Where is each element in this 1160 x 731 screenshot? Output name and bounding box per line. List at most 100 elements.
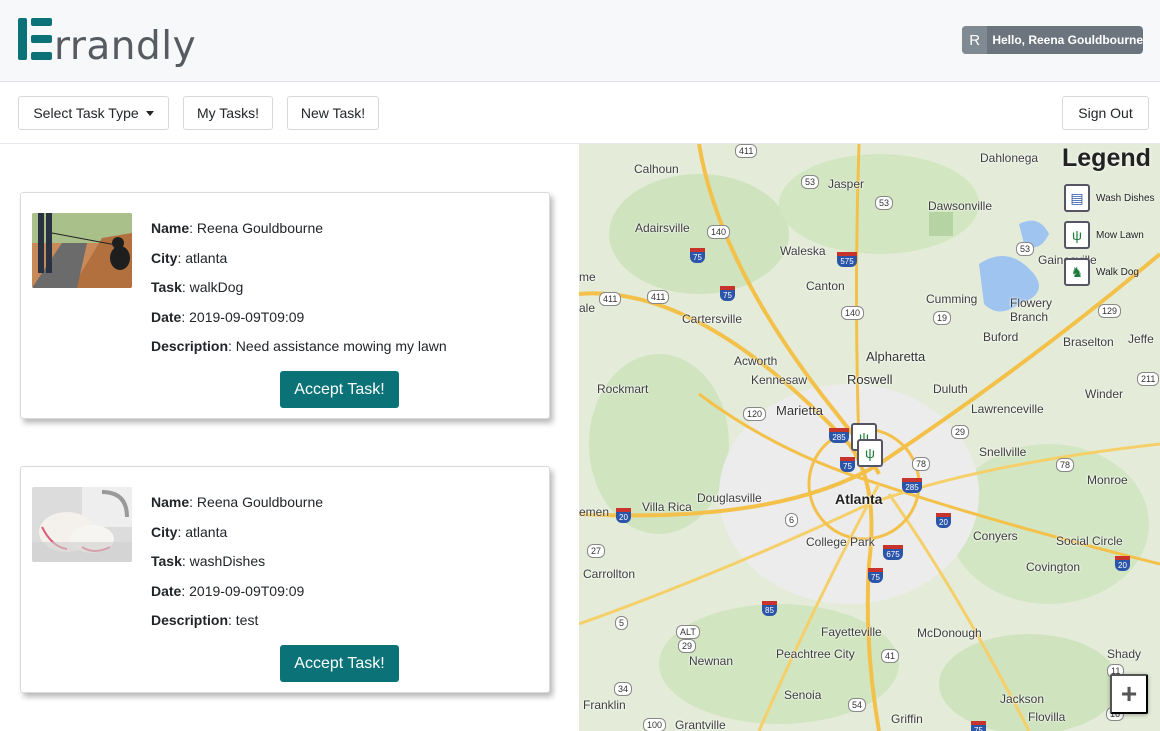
place-label: Flowery Branch: [1010, 296, 1053, 324]
place-label: Winder: [1085, 387, 1124, 401]
interstate-shield: 75: [971, 721, 986, 731]
task-description: Need assistance mowing my lawn: [235, 338, 447, 355]
place-label: Flovilla: [1028, 710, 1066, 724]
place-label: Roswell: [847, 372, 893, 387]
name-row: Name: Reena Gouldbourne: [151, 494, 324, 510]
grass-icon: ψ: [865, 445, 875, 461]
date-row: Date: 2019-09-09T09:09: [151, 582, 305, 599]
user-greeting-badge[interactable]: R Hello, Reena Gouldbourne: [962, 26, 1143, 54]
task-card: Name: Reena Gouldbourne City: atlanta Ta…: [20, 466, 550, 693]
interstate-shield: 75: [720, 286, 735, 301]
place-label: Alpharetta: [866, 349, 926, 364]
legend-title: Legend: [1062, 144, 1151, 172]
toolbar: Select Task Type My Tasks! New Task! Sig…: [0, 82, 1160, 144]
interstate-shield: 20: [616, 508, 631, 523]
task-type-label: Select Task Type: [33, 105, 139, 121]
place-label: Dawsonville: [928, 199, 993, 213]
route-shield: 78: [1056, 458, 1075, 472]
place-label: Canton: [806, 279, 845, 293]
place-label: Newnan: [689, 654, 734, 668]
legend-item-mow-lawn: ψ Mow Lawn: [1064, 221, 1144, 249]
description-row: Description: Need assistance mowing my l…: [151, 338, 447, 355]
interstate-shield: 575: [837, 252, 857, 267]
place-label: ale: [579, 301, 596, 315]
legend-label: Walk Dog: [1096, 266, 1139, 278]
task-card: Name: Reena Gouldbourne City: atlanta Ta…: [20, 192, 550, 419]
city-row: City: atlanta: [151, 249, 228, 266]
route-shield: 78: [912, 457, 931, 471]
route-shield: 129: [1098, 304, 1122, 318]
route-shield: 120: [743, 407, 767, 421]
place-label: Social Circle: [1056, 534, 1123, 548]
task-city: atlanta: [185, 249, 228, 266]
route-shield: 53: [1016, 242, 1035, 256]
place-label: Braselton: [1063, 335, 1114, 349]
place-label: McDonough: [917, 626, 982, 640]
route-shield: 54: [848, 698, 867, 712]
zoom-in-button[interactable]: +: [1110, 674, 1148, 714]
place-label: Calhoun: [634, 162, 679, 176]
app-header: rrandly R Hello, Reena Gouldbourne: [0, 0, 1160, 82]
caret-down-icon: [145, 110, 154, 116]
place-label: Kennesaw: [751, 373, 808, 387]
route-shield: 34: [614, 682, 633, 696]
place-label: Douglasville: [697, 491, 762, 505]
task-details: Name: Reena Gouldbourne City: atlanta Ta…: [151, 488, 323, 636]
place-label: Peachtree City: [776, 647, 855, 661]
route-shield: 19: [933, 311, 952, 325]
city-row: City: atlanta: [151, 523, 228, 540]
wash-dishes-photo: [32, 487, 132, 562]
route-shield: 140: [841, 306, 865, 320]
place-label: Fayetteville: [821, 625, 882, 639]
place-label: Franklin: [583, 698, 626, 712]
place-label: Duluth: [933, 382, 968, 396]
map-legend: Legend ▤ Wash Dishes ψ Mow Lawn ♞ Walk D…: [1060, 144, 1160, 294]
interstate-shield: 85: [762, 601, 777, 616]
task-details: Name: Reena Gouldbourne City: atlanta Ta…: [151, 214, 447, 362]
dog-icon: ♞: [1064, 258, 1090, 286]
date-row: Date: 2019-09-09T09:09: [151, 308, 305, 325]
route-shield: 53: [875, 196, 894, 210]
task-type: washDishes: [189, 553, 266, 570]
avatar: R: [962, 26, 988, 54]
sign-out-button[interactable]: Sign Out: [1062, 96, 1149, 130]
name-row: Name: Reena Gouldbourne: [151, 220, 324, 236]
place-label: Carrollton: [583, 567, 636, 581]
place-label: emen: [579, 505, 610, 519]
errandly-logo[interactable]: rrandly: [18, 18, 196, 66]
task-name: Reena Gouldbourne: [196, 220, 324, 236]
place-label: Snellville: [979, 445, 1027, 459]
task-map[interactable]: Calhoun Jasper Dahlonega Adairsville Wal…: [579, 144, 1160, 731]
place-label: me: [579, 270, 596, 284]
place-label: Cartersville: [682, 312, 743, 326]
place-label: Monroe: [1087, 473, 1128, 487]
task-date: 2019-09-09T09:09: [189, 582, 305, 599]
accept-task-button[interactable]: Accept Task!: [280, 645, 399, 682]
place-label: Senoia: [784, 688, 822, 702]
route-shield: 29: [951, 425, 970, 439]
place-label: Villa Rica: [642, 500, 692, 514]
new-task-button[interactable]: New Task!: [287, 96, 379, 130]
grass-icon: ψ: [1064, 221, 1090, 249]
task-date: 2019-09-09T09:09: [189, 308, 305, 325]
place-label: Adairsville: [635, 221, 690, 235]
legend-label: Mow Lawn: [1096, 229, 1144, 241]
place-label: Buford: [983, 330, 1019, 344]
place-label: Jeffe: [1128, 332, 1154, 346]
route-shield: 6: [785, 513, 799, 527]
place-label: Shady: [1107, 647, 1142, 661]
my-tasks-button[interactable]: My Tasks!: [183, 96, 273, 130]
route-shield: 411: [647, 290, 670, 304]
task-type-dropdown[interactable]: Select Task Type: [18, 96, 169, 130]
task-row: Task: washDishes: [151, 553, 266, 570]
task-name: Reena Gouldbourne: [196, 494, 324, 510]
accept-task-button[interactable]: Accept Task!: [280, 371, 399, 408]
interstate-shield: 675: [883, 545, 903, 560]
place-label: Jackson: [1000, 692, 1045, 706]
interstate-shield: 285: [902, 478, 922, 493]
route-shield: 140: [707, 225, 731, 239]
legend-item-walk-dog: ♞ Walk Dog: [1064, 258, 1139, 286]
legend-label: Wash Dishes: [1096, 192, 1155, 204]
task-description: test: [235, 612, 259, 629]
mow-lawn-marker[interactable]: ψ: [857, 439, 883, 467]
